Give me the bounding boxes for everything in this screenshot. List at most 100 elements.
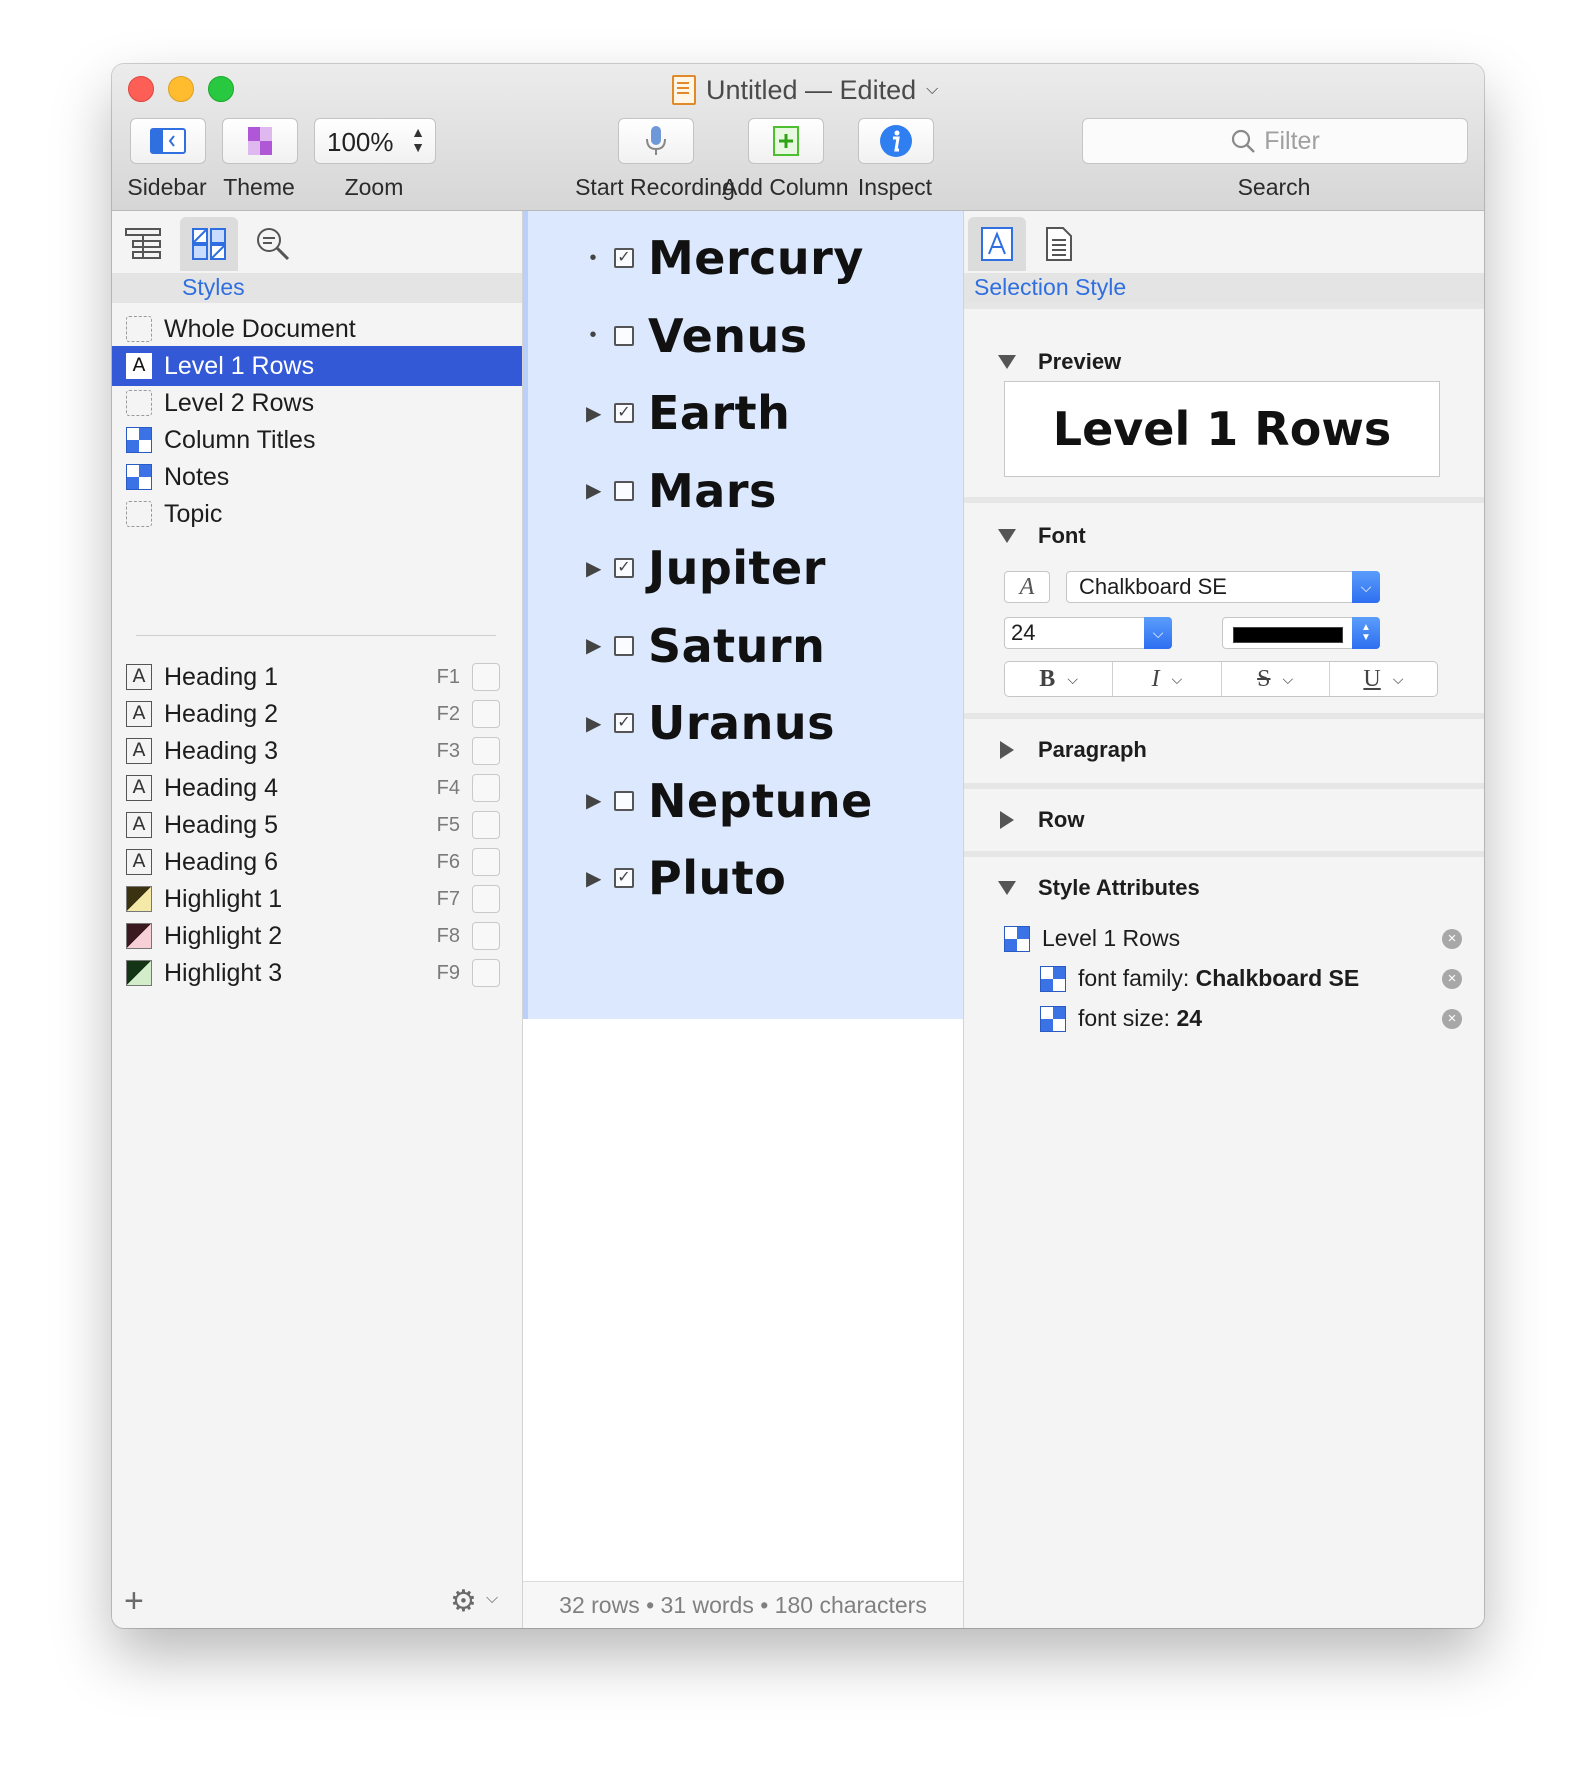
underline-button[interactable]: U ⌵ xyxy=(1330,662,1437,696)
style-item[interactable]: Level 2 Rows xyxy=(112,383,522,423)
font-disclosure[interactable]: Font xyxy=(998,523,1086,549)
named-style-item[interactable]: A Heading 1 F1 xyxy=(112,657,522,697)
italic-button[interactable]: I ⌵ xyxy=(1113,662,1222,696)
named-style-item[interactable]: Highlight 1 F7 xyxy=(112,879,522,919)
disclosure-triangle-icon[interactable]: ▶ xyxy=(586,866,601,891)
row-text[interactable]: Mars xyxy=(648,464,777,518)
search-input[interactable]: Filter xyxy=(1082,118,1468,164)
outline-row[interactable]: • Venus xyxy=(528,297,968,375)
row-checkbox[interactable]: ✓ xyxy=(614,558,634,578)
chevron-down-icon[interactable]: ⌵ xyxy=(486,1590,498,1608)
remove-attribute-icon[interactable]: × xyxy=(1442,1009,1462,1029)
outline-row[interactable]: ▶ Neptune xyxy=(528,762,968,840)
attribute-font-family-row[interactable]: font family: Chalkboard SE xyxy=(1040,965,1359,992)
apply-style-checkbox[interactable] xyxy=(472,885,500,913)
style-item[interactable]: Topic xyxy=(112,494,522,534)
style-item[interactable]: Notes xyxy=(112,457,522,497)
outline-editor[interactable]: • ✓ Mercury • Venus ▶ ✓ Earth ▶ Mars ▶ ✓ Jupiter ▶ Sat… xyxy=(523,211,964,1628)
bold-button[interactable]: B ⌵ xyxy=(1005,662,1114,696)
row-checkbox[interactable] xyxy=(614,635,634,656)
tab-selection-style[interactable] xyxy=(968,217,1026,271)
row-text[interactable]: Uranus xyxy=(648,696,835,750)
font-panel-button[interactable]: A xyxy=(1004,571,1050,603)
row-checkbox[interactable] xyxy=(614,480,634,501)
theme-button[interactable] xyxy=(222,118,298,164)
remove-attribute-icon[interactable]: × xyxy=(1442,969,1462,989)
apply-style-checkbox[interactable] xyxy=(472,774,500,802)
disclosure-triangle-icon[interactable]: ▶ xyxy=(586,633,601,658)
add-column-button[interactable] xyxy=(748,118,824,164)
gear-icon[interactable]: ⚙ xyxy=(450,1584,477,1619)
row-checkbox[interactable] xyxy=(614,325,634,346)
sidebar-button[interactable] xyxy=(130,118,206,164)
inspect-button[interactable] xyxy=(858,118,934,164)
font-family-select[interactable]: Chalkboard SE ⌵ xyxy=(1066,571,1380,603)
row-bullet-icon[interactable]: • xyxy=(586,324,600,347)
named-style-item[interactable]: Highlight 2 F8 xyxy=(112,916,522,956)
row-checkbox[interactable] xyxy=(614,790,634,811)
attribute-font-size-row[interactable]: font size: 24 xyxy=(1040,1005,1202,1032)
attribute-style-row[interactable]: Level 1 Rows xyxy=(1004,925,1180,952)
disclosure-triangle-icon[interactable]: ▶ xyxy=(586,556,601,581)
window-title[interactable]: Untitled — Edited ⌵ xyxy=(672,72,938,108)
apply-style-checkbox[interactable] xyxy=(472,922,500,950)
row-text[interactable]: Venus xyxy=(648,309,808,363)
named-style-item[interactable]: A Heading 3 F3 xyxy=(112,731,522,771)
style-item[interactable]: Column Titles xyxy=(112,420,522,460)
tab-styles[interactable] xyxy=(180,217,238,271)
outline-row[interactable]: ▶ Saturn xyxy=(528,607,968,685)
row-text[interactable]: Pluto xyxy=(648,851,786,905)
named-style-item[interactable]: A Heading 2 F2 xyxy=(112,694,522,734)
tab-contents[interactable] xyxy=(114,217,172,271)
outline-row[interactable]: ▶ ✓ Earth xyxy=(528,374,968,452)
outline-row[interactable]: ▶ ✓ Jupiter xyxy=(528,529,968,607)
outline-row[interactable]: ▶ ✓ Pluto xyxy=(528,839,968,917)
font-size-combo[interactable]: 24 ⌵ xyxy=(1004,617,1172,649)
row-checkbox[interactable]: ✓ xyxy=(614,713,634,733)
preview-disclosure[interactable]: Preview xyxy=(998,349,1121,375)
apply-style-checkbox[interactable] xyxy=(472,663,500,691)
apply-style-checkbox[interactable] xyxy=(472,700,500,728)
outline-row[interactable]: ▶ Mars xyxy=(528,452,968,530)
apply-style-checkbox[interactable] xyxy=(472,848,500,876)
start-recording-button[interactable] xyxy=(618,118,694,164)
remove-attribute-icon[interactable]: × xyxy=(1442,929,1462,949)
plus-icon[interactable]: + xyxy=(124,1582,144,1621)
outline-row[interactable]: ▶ ✓ Uranus xyxy=(528,684,968,762)
named-style-item[interactable]: Highlight 3 F9 xyxy=(112,953,522,993)
close-window-button[interactable] xyxy=(128,76,154,102)
row-text[interactable]: Jupiter xyxy=(648,541,826,595)
zoom-stepper[interactable]: 100% ▲ ▼ xyxy=(314,118,436,164)
named-style-item[interactable]: A Heading 6 F6 xyxy=(112,842,522,882)
style-attributes-disclosure[interactable]: Style Attributes xyxy=(998,875,1200,901)
row-checkbox[interactable]: ✓ xyxy=(614,868,634,888)
text-color-well[interactable]: ▲ ▼ xyxy=(1222,617,1380,649)
row-checkbox[interactable]: ✓ xyxy=(614,403,634,423)
disclosure-triangle-icon[interactable]: ▶ xyxy=(586,788,601,813)
apply-style-checkbox[interactable] xyxy=(472,811,500,839)
named-style-item[interactable]: A Heading 4 F4 xyxy=(112,768,522,808)
named-style-item[interactable]: A Heading 5 F5 xyxy=(112,805,522,845)
selected-rows-area[interactable]: • ✓ Mercury • Venus ▶ ✓ Earth ▶ Mars ▶ ✓ Jupiter ▶ Sat… xyxy=(523,211,963,1019)
style-item[interactable]: A Level 1 Rows xyxy=(112,346,522,386)
paragraph-disclosure[interactable]: Paragraph xyxy=(998,737,1147,763)
strikethrough-button[interactable]: S ⌵ xyxy=(1222,662,1330,696)
tab-document[interactable] xyxy=(1030,217,1088,271)
apply-style-checkbox[interactable] xyxy=(472,959,500,987)
stepper-arrows-icon[interactable]: ▲ ▼ xyxy=(411,125,425,155)
disclosure-triangle-icon[interactable]: ▶ xyxy=(586,478,601,503)
style-item[interactable]: Whole Document xyxy=(112,309,522,349)
tab-search[interactable] xyxy=(244,217,302,271)
disclosure-triangle-icon[interactable]: ▶ xyxy=(586,401,601,426)
row-text[interactable]: Neptune xyxy=(648,774,873,828)
row-bullet-icon[interactable]: • xyxy=(586,247,600,270)
minimize-window-button[interactable] xyxy=(168,76,194,102)
disclosure-triangle-icon[interactable]: ▶ xyxy=(586,711,601,736)
row-text[interactable]: Mercury xyxy=(648,231,864,285)
row-checkbox[interactable]: ✓ xyxy=(614,248,634,268)
row-disclosure[interactable]: Row xyxy=(998,807,1084,833)
row-text[interactable]: Earth xyxy=(648,386,790,440)
outline-row[interactable]: • ✓ Mercury xyxy=(528,219,968,297)
apply-style-checkbox[interactable] xyxy=(472,737,500,765)
zoom-window-button[interactable] xyxy=(208,76,234,102)
